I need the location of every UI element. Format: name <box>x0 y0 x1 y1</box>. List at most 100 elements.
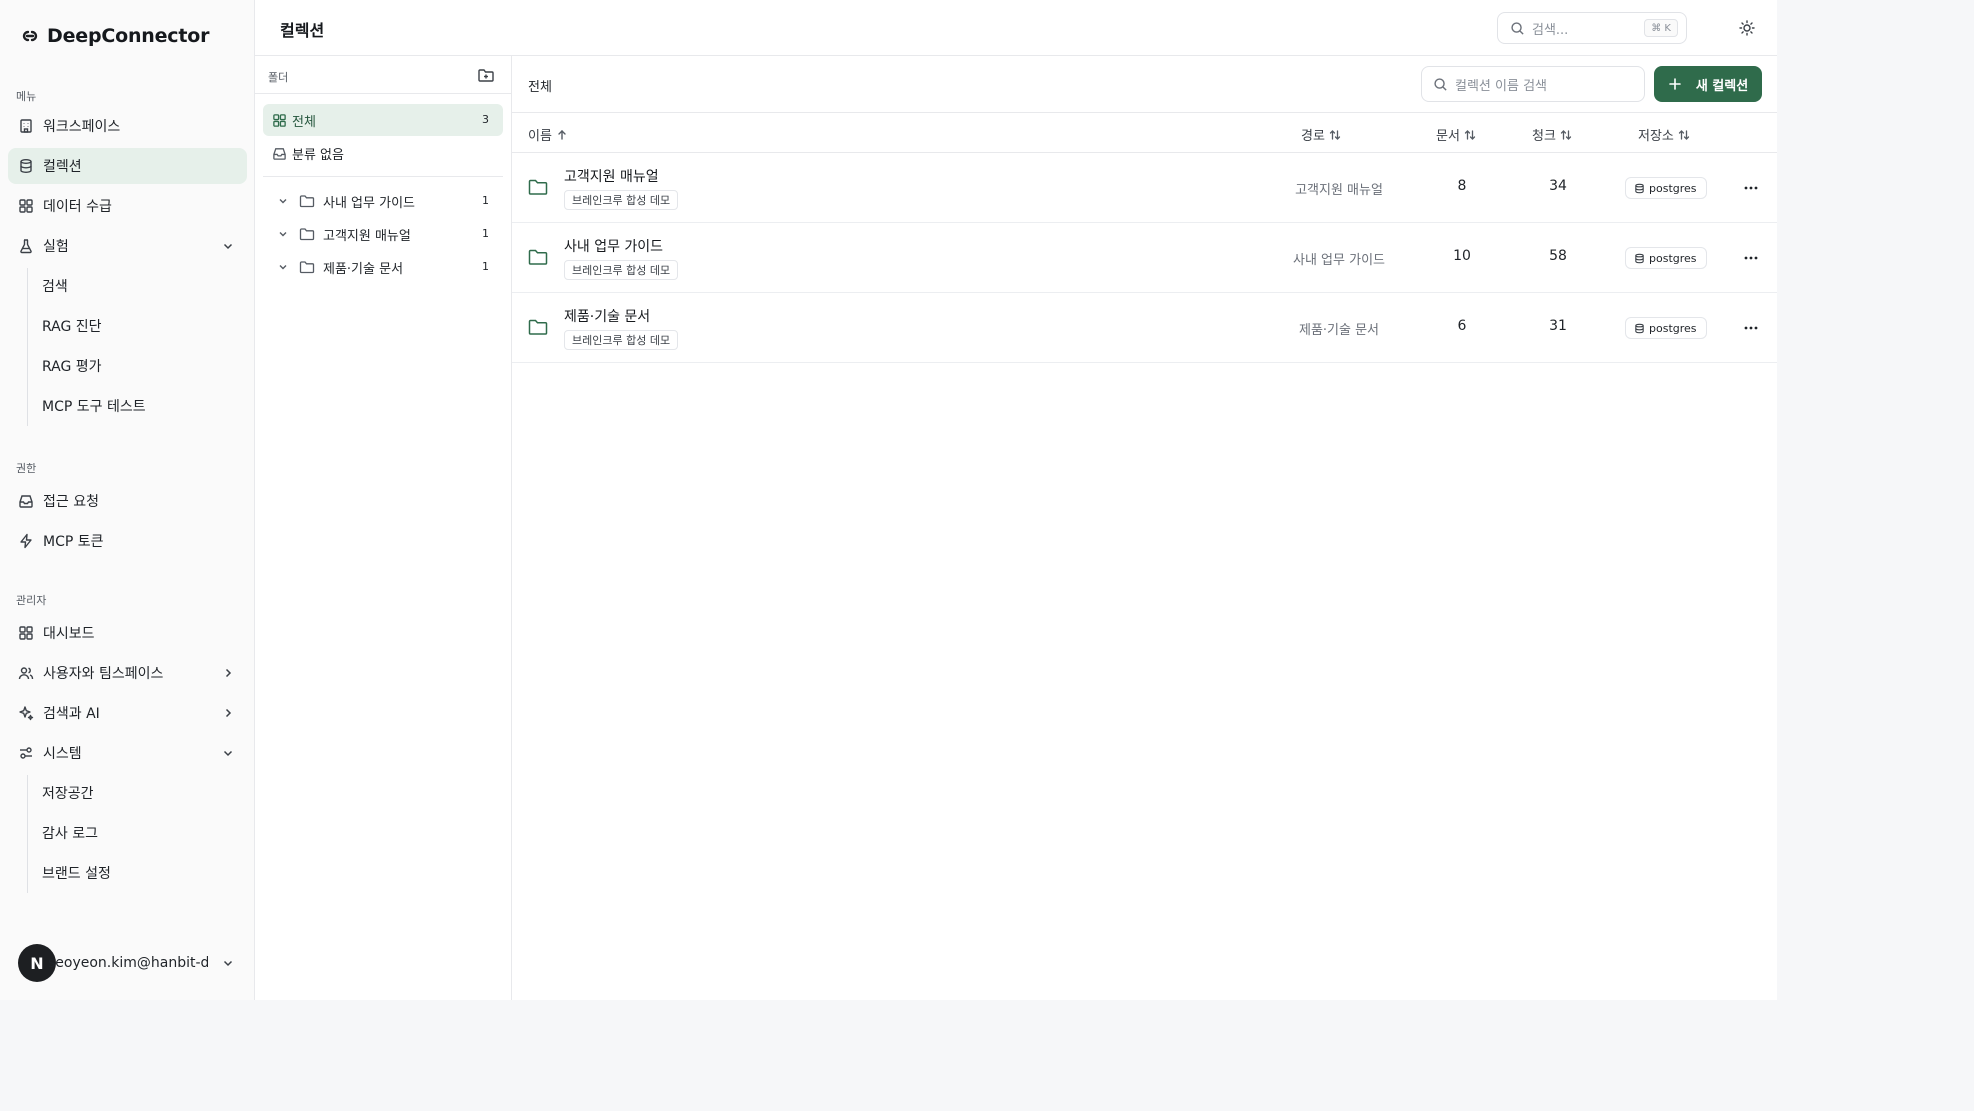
sidebar-item-label: 데이터 수급 <box>43 199 112 215</box>
new-folder-icon[interactable] <box>477 66 495 84</box>
database-icon <box>1635 323 1644 333</box>
sidebar-item-label: 워크스페이스 <box>43 119 121 135</box>
flask-icon <box>20 239 32 254</box>
arrow-up-icon <box>558 129 566 140</box>
collection-tag: 브레인크루 합성 데모 <box>564 260 679 280</box>
table-row[interactable]: 제품·기술 문서 브레인크루 합성 데모 제품·기술 문서 6 31 postg… <box>512 293 1777 363</box>
folder-all[interactable]: 전체 3 <box>263 104 503 136</box>
storage-label: postgres <box>1649 251 1697 265</box>
table-row[interactable]: 고객지원 매뉴얼 브레인크루 합성 데모 고객지원 매뉴얼 8 34 postg… <box>512 153 1777 223</box>
search-icon <box>1511 21 1524 35</box>
chevron-down-icon <box>223 960 233 967</box>
sidebar-subitem-audit-log[interactable]: 감사 로그 <box>34 816 244 850</box>
sidebar-subitem-search[interactable]: 검색 <box>34 269 244 303</box>
storage-label: postgres <box>1649 181 1697 195</box>
user-email: seoyeon.kim@hanbit-de... <box>48 955 208 971</box>
sun-icon <box>1739 20 1755 36</box>
sidebar-item-label: MCP 토큰 <box>43 534 104 550</box>
deepconnector-logo-icon <box>22 30 38 42</box>
folder-tree-item[interactable]: 사내 업무 가이드 1 <box>263 185 503 217</box>
database-icon <box>20 159 32 174</box>
brand-name: DeepConnector <box>47 25 210 47</box>
folder-count: 1 <box>482 227 489 240</box>
sidebar-subitem-brand-settings[interactable]: 브랜드 설정 <box>34 856 244 890</box>
sidebar-item-label: 대시보드 <box>43 626 95 642</box>
sidebar-item-access-requests[interactable]: 접근 요청 <box>8 483 247 519</box>
new-collection-button[interactable]: 새 컬렉션 <box>1654 66 1762 102</box>
collection-path: 사내 업무 가이드 <box>1293 253 1385 268</box>
grid-icon <box>19 626 33 640</box>
sidebar-item-dashboard[interactable]: 대시보드 <box>8 615 247 651</box>
collection-name[interactable]: 사내 업무 가이드 <box>564 236 663 256</box>
page-title: 컬렉션 <box>280 21 325 40</box>
global-search-input[interactable]: 검색... ⌘ K <box>1497 12 1687 44</box>
folder-tree-item[interactable]: 고객지원 매뉴얼 1 <box>263 218 503 250</box>
sidebar-item-search-ai[interactable]: 검색과 AI <box>8 695 247 731</box>
sidebar-subitem-rag-diagnosis[interactable]: RAG 진단 <box>34 309 244 343</box>
sidebar: DeepConnector 메뉴 워크스페이스 컬렉션 데이터 수급 실험 검색… <box>0 0 255 1000</box>
folder-tree-item[interactable]: 제품·기술 문서 1 <box>263 251 503 283</box>
chevron-down-icon[interactable] <box>277 195 289 207</box>
column-path-label: 경로 <box>1301 129 1325 144</box>
brand[interactable]: DeepConnector <box>19 23 209 49</box>
column-header-path[interactable]: 경로 <box>1301 125 1341 144</box>
theme-toggle-button[interactable] <box>1735 16 1759 40</box>
sparkle-icon <box>19 706 34 721</box>
table-header: 이름 경로 문서 청크 저장소 <box>512 113 1777 153</box>
sidebar-item-experiments[interactable]: 실험 <box>8 228 247 264</box>
storage-badge: postgres <box>1625 317 1707 339</box>
sliders-icon <box>20 747 32 759</box>
folder-uncategorized[interactable]: 분류 없음 <box>263 137 503 169</box>
sidebar-item-users-teamspaces[interactable]: 사용자와 팀스페이스 <box>8 655 247 691</box>
sort-icon <box>1329 129 1341 140</box>
collection-name[interactable]: 고객지원 매뉴얼 <box>564 166 659 186</box>
folder-uncategorized-label: 분류 없음 <box>292 147 344 163</box>
more-options-icon[interactable] <box>1742 249 1760 267</box>
folder-icon <box>528 179 548 195</box>
folder-icon <box>528 319 548 335</box>
app-window: DeepConnector 메뉴 워크스페이스 컬렉션 데이터 수급 실험 검색… <box>0 0 1777 1000</box>
collection-chunk-count: 34 <box>1549 178 1567 194</box>
sidebar-item-label: 컬렉션 <box>43 159 82 175</box>
folder-count: 1 <box>482 260 489 273</box>
column-header-chunks[interactable]: 청크 <box>1532 125 1572 144</box>
sort-icon <box>1464 129 1476 140</box>
more-options-icon[interactable] <box>1742 319 1760 337</box>
sidebar-item-system[interactable]: 시스템 <box>8 735 247 771</box>
more-options-icon[interactable] <box>1742 179 1760 197</box>
sidebar-item-collections[interactable]: 컬렉션 <box>8 148 247 184</box>
sidebar-subitem-rag-eval[interactable]: RAG 평가 <box>34 349 244 383</box>
folder-icon <box>299 195 315 208</box>
chevron-down-icon[interactable] <box>277 228 289 240</box>
breadcrumb: 전체 <box>528 80 552 95</box>
sidebar-item-data-ingest[interactable]: 데이터 수급 <box>8 188 247 224</box>
sidebar-subitem-mcp-tool-test[interactable]: MCP 도구 테스트 <box>34 389 244 423</box>
folder-tree-label: 고객지원 매뉴얼 <box>323 228 411 244</box>
plus-icon <box>1669 78 1681 90</box>
folder-panel: 폴더 전체 3 분류 없음 사내 업무 가이드 1 고객지원 매뉴얼 1 제품·… <box>255 56 512 1000</box>
sidebar-item-label: 사용자와 팀스페이스 <box>43 666 164 682</box>
collection-name[interactable]: 제품·기술 문서 <box>564 306 650 326</box>
storage-badge: postgres <box>1625 177 1707 199</box>
sidebar-item-workspace[interactable]: 워크스페이스 <box>8 108 247 144</box>
column-header-name[interactable]: 이름 <box>528 125 568 144</box>
column-header-docs[interactable]: 문서 <box>1436 125 1476 144</box>
sidebar-item-mcp-tokens[interactable]: MCP 토큰 <box>8 523 247 559</box>
sidebar-item-label: 시스템 <box>43 746 82 762</box>
shortcut-badge: ⌘ K <box>1644 19 1678 37</box>
folder-count: 3 <box>482 113 489 126</box>
collection-chunk-count: 58 <box>1549 248 1567 264</box>
new-collection-label: 새 컬렉션 <box>1695 78 1749 94</box>
table-row[interactable]: 사내 업무 가이드 브레인크루 합성 데모 사내 업무 가이드 10 58 po… <box>512 223 1777 293</box>
collection-search-input[interactable]: 컬렉션 이름 검색 <box>1421 66 1645 102</box>
user-menu[interactable]: N seoyeon.kim@hanbit-de... <box>18 943 243 983</box>
sidebar-subitem-storage[interactable]: 저장공간 <box>34 776 244 810</box>
chevron-down-icon[interactable] <box>277 261 289 273</box>
storage-label: postgres <box>1649 321 1697 335</box>
collection-path: 고객지원 매뉴얼 <box>1295 183 1383 198</box>
collection-tag: 브레인크루 합성 데모 <box>564 190 679 210</box>
sidebar-item-label: 실험 <box>43 239 69 255</box>
column-header-storage[interactable]: 저장소 <box>1638 125 1690 144</box>
column-name-label: 이름 <box>528 129 552 144</box>
collections-main: 전체 컬렉션 이름 검색 새 컬렉션 이름 경로 문서 청크 저장소 고객지원 … <box>512 56 1777 1000</box>
